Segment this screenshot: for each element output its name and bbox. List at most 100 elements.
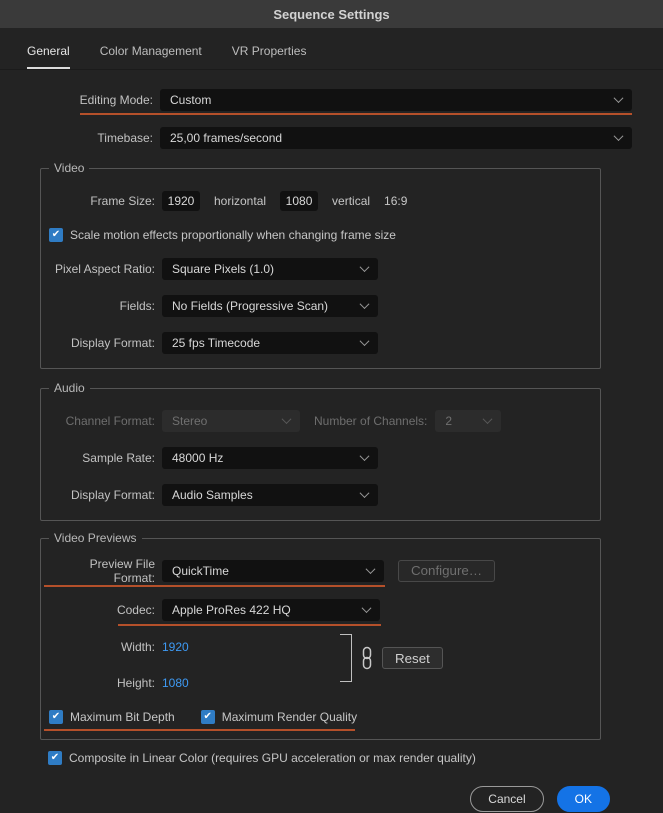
editing-mode-dropdown[interactable]: Custom [160,89,632,111]
pixel-aspect-ratio-dropdown[interactable]: Square Pixels (1.0) [162,258,378,280]
composite-linear-checkbox[interactable]: ✔ [48,751,62,765]
frame-size-row: Frame Size: 1920 horizontal 1080 vertica… [49,189,592,212]
max-bit-depth-checkbox[interactable]: ✔ [49,710,63,724]
audio-group-legend: Audio [49,381,90,395]
check-icon: ✔ [51,753,59,763]
codec-label: Codec: [49,603,155,617]
vertical-label: vertical [332,194,370,208]
video-previews-group: Video Previews Preview File Format: Quic… [40,538,601,740]
dialog-titlebar[interactable]: Sequence Settings [0,0,663,28]
number-of-channels-dropdown: 2 [435,410,501,432]
timebase-dropdown[interactable]: 25,00 frames/second [160,127,632,149]
timebase-label: Timebase: [0,131,153,145]
dropdown-value: No Fields (Progressive Scan) [172,299,328,313]
cancel-button[interactable]: Cancel [470,786,543,812]
pixel-aspect-ratio-label: Pixel Aspect Ratio: [49,262,155,276]
chevron-down-icon [366,564,376,574]
sample-rate-row: Sample Rate: 48000 Hz [49,446,592,469]
audio-display-format-label: Display Format: [49,488,155,502]
audio-display-format-row: Display Format: Audio Samples [49,483,592,506]
dropdown-value: Custom [170,93,211,107]
chevron-down-icon [360,299,370,309]
tab-color-management[interactable]: Color Management [100,44,202,69]
dialog-title: Sequence Settings [273,7,389,22]
chevron-down-icon [360,488,370,498]
codec-dropdown[interactable]: Apple ProRes 422 HQ [162,599,380,621]
fields-dropdown[interactable]: No Fields (Progressive Scan) [162,295,378,317]
chevron-down-icon [360,336,370,346]
preview-height-row: Height: 1080 [49,675,592,691]
number-of-channels-label: Number of Channels: [314,414,427,428]
tab-vr-properties-label: VR Properties [232,44,307,58]
preview-width-row: Width: 1920 [49,639,592,655]
dropdown-value: Apple ProRes 422 HQ [172,603,291,617]
dialog-footer: Cancel OK [0,766,632,812]
dropdown-value: Audio Samples [172,488,253,502]
video-display-format-label: Display Format: [49,336,155,350]
dropdown-value: Stereo [172,414,207,428]
pixel-aspect-ratio-row: Pixel Aspect Ratio: Square Pixels (1.0) [49,257,592,280]
dropdown-value: 25 fps Timecode [172,336,260,350]
reset-button[interactable]: Reset [382,647,443,669]
channel-format-row: Channel Format: Stereo Number of Channel… [49,409,592,432]
check-icon: ✔ [52,230,60,240]
scale-motion-row: ✔ Scale motion effects proportionally wh… [49,227,592,243]
tab-vr-properties[interactable]: VR Properties [232,44,307,69]
max-bit-depth-label: Maximum Bit Depth [70,710,175,724]
tab-bar: General Color Management VR Properties [0,28,663,70]
composite-linear-label: Composite in Linear Color (requires GPU … [69,751,476,765]
dropdown-value: QuickTime [172,564,229,578]
link-bracket [340,634,352,682]
configure-button[interactable]: Configure… [398,560,495,582]
aspect-ratio-value: 16:9 [384,194,407,208]
dropdown-value: Square Pixels (1.0) [172,262,274,276]
highlight-underline [80,113,632,115]
composite-linear-row: ✔ Composite in Linear Color (requires GP… [48,750,601,766]
dropdown-value: 2 [445,414,452,428]
editing-mode-row: Editing Mode: Custom [0,88,632,111]
preview-file-format-label: Preview File Format: [49,557,155,585]
video-group: Video Frame Size: 1920 horizontal 1080 v… [40,168,601,369]
chevron-down-icon [282,414,292,424]
video-group-legend: Video [49,161,89,175]
scale-motion-checkbox[interactable]: ✔ [49,228,63,242]
chevron-down-icon [483,414,493,424]
sequence-settings-dialog: Sequence Settings General Color Manageme… [0,0,663,812]
sample-rate-dropdown[interactable]: 48000 Hz [162,447,378,469]
preview-file-format-dropdown[interactable]: QuickTime [162,560,384,582]
chevron-down-icon [614,93,624,103]
editing-mode-label: Editing Mode: [0,93,153,107]
check-icon: ✔ [52,712,60,722]
ok-button[interactable]: OK [557,786,610,812]
frame-height-input[interactable]: 1080 [280,191,318,211]
chevron-down-icon [360,451,370,461]
preview-width-value[interactable]: 1920 [162,640,189,654]
codec-row: Codec: Apple ProRes 422 HQ [49,598,592,621]
max-quality-row: ✔ Maximum Bit Depth ✔ Maximum Render Qua… [49,709,592,725]
sample-rate-label: Sample Rate: [49,451,155,465]
audio-group: Audio Channel Format: Stereo Number of C… [40,388,601,521]
tab-general[interactable]: General [27,44,70,69]
chevron-down-icon [614,131,624,141]
highlight-underline [44,729,355,731]
link-chain-icon[interactable] [361,646,373,670]
video-display-format-dropdown[interactable]: 25 fps Timecode [162,332,378,354]
video-display-format-row: Display Format: 25 fps Timecode [49,331,592,354]
dropdown-value: 25,00 frames/second [170,131,282,145]
tab-color-management-label: Color Management [100,44,202,58]
horizontal-label: horizontal [214,194,266,208]
frame-width-input[interactable]: 1920 [162,191,200,211]
preview-height-value[interactable]: 1080 [162,676,189,690]
chevron-down-icon [362,603,372,613]
timebase-row: Timebase: 25,00 frames/second [0,126,632,149]
audio-display-format-dropdown[interactable]: Audio Samples [162,484,378,506]
channel-format-label: Channel Format: [49,414,155,428]
max-render-quality-checkbox[interactable]: ✔ [201,710,215,724]
preview-height-label: Height: [49,676,155,690]
fields-label: Fields: [49,299,155,313]
width-height-link-decor: Reset [340,634,443,682]
check-icon: ✔ [204,712,212,722]
preview-file-format-row: Preview File Format: QuickTime Configure… [49,559,592,582]
scale-motion-label: Scale motion effects proportionally when… [70,228,396,242]
highlight-underline [118,624,381,626]
